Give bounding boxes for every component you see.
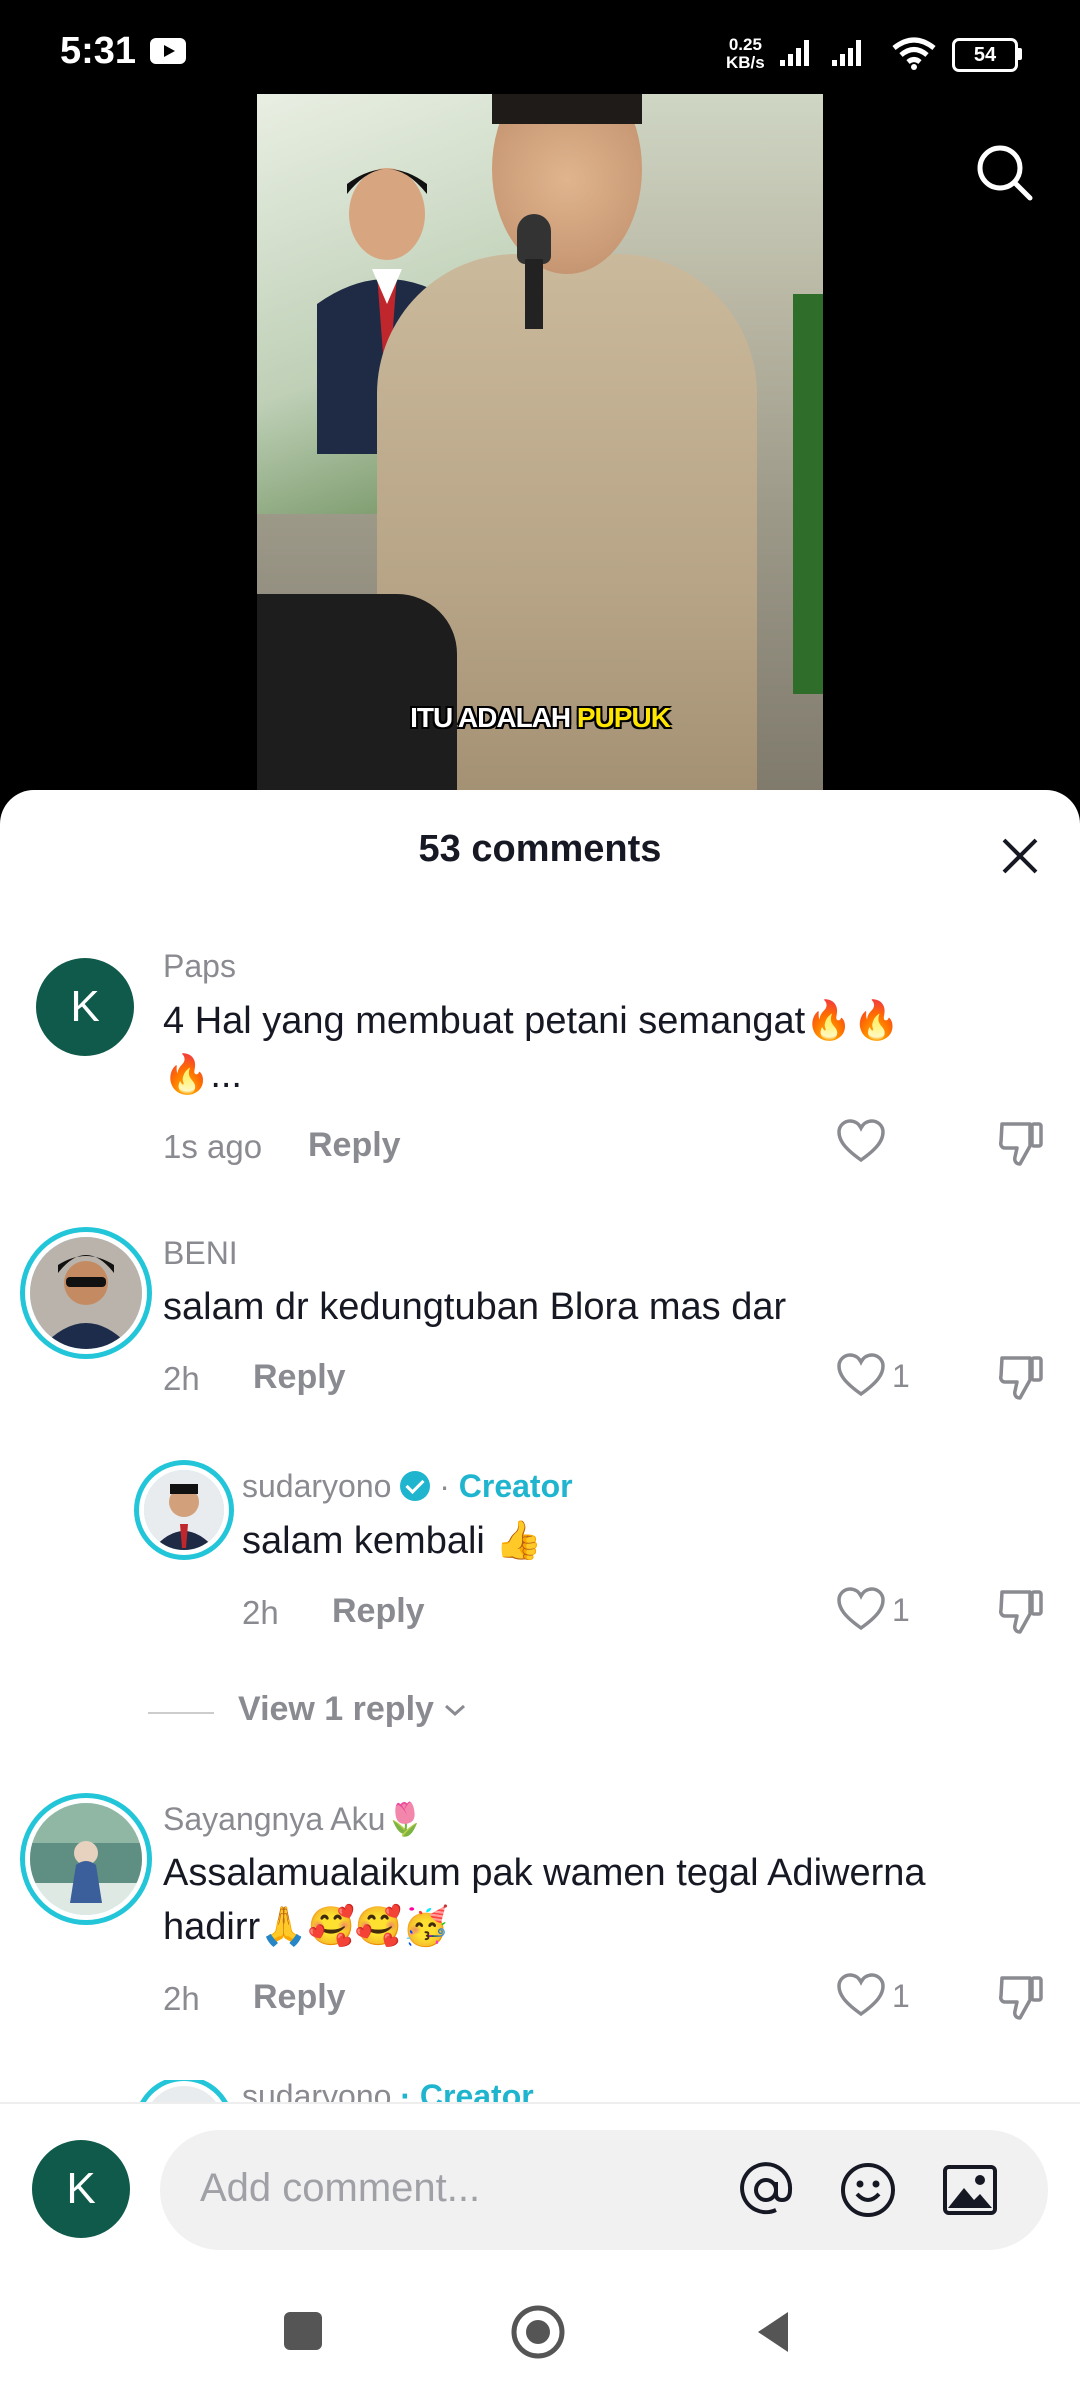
home-button[interactable] [510,2304,566,2360]
microphone [517,214,551,264]
emoji-icon[interactable] [838,2160,898,2220]
avatar[interactable] [144,1470,224,1550]
video-player[interactable]: ITU ADALAH PUPUK [257,94,823,794]
comment-input-placeholder: Add comment... [200,2166,481,2210]
signal-icon [780,40,809,66]
comment-input[interactable]: Add comment... [160,2130,1048,2250]
my-avatar: K [32,2140,130,2238]
comment-time: 1s ago [163,1128,263,1165]
comment-username[interactable]: sudaryono [242,1468,391,1504]
dislike-icon[interactable] [996,1586,1046,1636]
status-bar: 5:31 0.25 KB/s 54 [0,0,1080,100]
comment-time: 2h [163,1980,200,2017]
heart-icon[interactable] [836,1118,886,1164]
youtube-notification-icon [150,38,186,64]
back-button[interactable] [752,2308,792,2356]
reply-button[interactable]: Reply [253,1358,346,1397]
like-count: 1 [892,1978,910,2014]
comment-username[interactable]: BENI [163,1235,238,1272]
comment-text-line1: 4 Hal yang membuat petani semangat🔥🔥 [163,1000,900,1042]
divider-line [148,1712,214,1714]
separator-dot: · [439,1468,450,1504]
comment-username[interactable]: Paps [163,948,236,985]
creator-label: Creator [458,1468,573,1504]
search-icon[interactable] [972,140,1036,204]
comment-text-line1: salam dr kedungtuban Blora mas dar [163,1286,787,1328]
dislike-icon[interactable] [996,1972,1046,2022]
recents-button[interactable] [284,2312,322,2350]
like-count: 1 [892,1358,910,1394]
avatar[interactable] [30,1237,142,1349]
chevron-down-icon [445,1704,466,1717]
heart-icon[interactable] [836,1972,886,2018]
creator-username-row: sudaryono · Creator [242,1468,573,1505]
podium [257,594,457,794]
wifi-icon [892,37,936,70]
comment-input-bar: K Add comment... [0,2102,1080,2264]
view-replies-label: View 1 reply [238,1690,467,1729]
comment-text-line2: hadirr🙏🥰🥰🥳 [163,1906,450,1948]
microphone-handle [525,259,543,329]
heart-icon[interactable] [836,1352,886,1398]
comment-username[interactable]: Sayangnya Aku🌷 [163,1800,425,1838]
verified-badge-icon [400,1471,431,1501]
status-time: 5:31 [60,30,137,72]
comment-time: 2h [163,1360,200,1397]
dislike-icon[interactable] [996,1352,1046,1402]
mention-icon[interactable] [736,2160,796,2220]
banner-green-edge [793,294,823,694]
partial-reply-row: sudaryono · Creator [140,2080,1080,2104]
speaker-hair [492,94,642,124]
comment-text-line2: 🔥... [163,1054,242,1096]
reply-button[interactable]: Reply [253,1978,346,2017]
reply-button[interactable]: Reply [308,1126,401,1165]
avatar[interactable] [30,1803,142,1915]
avatar[interactable]: K [36,958,134,1056]
comment-time: 2h [242,1594,279,1631]
image-icon[interactable] [940,2160,1000,2220]
battery-indicator: 54 [952,38,1018,72]
system-navigation-bar [0,2262,1080,2400]
like-count: 1 [892,1592,910,1628]
heart-icon[interactable] [836,1586,886,1632]
network-speed: 0.25 KB/s [726,35,765,72]
comment-text-line1: Assalamualaikum pak wamen tegal Adiwerna [163,1852,926,1894]
signal-icon-2 [832,40,861,66]
dislike-icon[interactable] [996,1118,1046,1168]
reply-button[interactable]: Reply [332,1592,425,1631]
comment-text-line1: salam kembali 👍 [242,1520,543,1562]
comments-count-title: 53 comments [418,828,662,870]
video-caption: ITU ADALAH PUPUK [410,702,671,733]
close-icon[interactable] [996,832,1044,880]
battery-tip [1018,48,1022,60]
